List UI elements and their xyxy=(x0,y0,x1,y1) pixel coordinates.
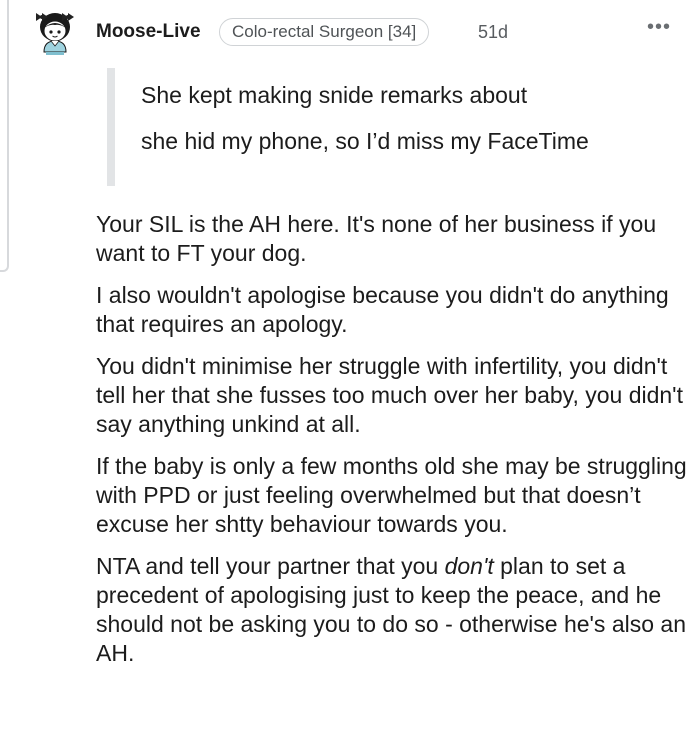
user-flair: Colo-rectal Surgeon [34] xyxy=(219,18,430,46)
username[interactable]: Moose-Live xyxy=(96,21,201,43)
thread-line[interactable] xyxy=(0,0,9,272)
quote-line: she hid my phone, so I’d miss my FaceTim… xyxy=(141,128,589,154)
comment-paragraph: NTA and tell your partner that you don't… xyxy=(96,552,696,668)
comment-paragraph: You didn't minimise her struggle with in… xyxy=(96,353,683,437)
emphasis-text: don't xyxy=(444,553,494,579)
more-dots-icon[interactable]: ••• xyxy=(647,16,671,39)
paragraph-text: NTA and tell your partner that you xyxy=(96,553,445,579)
comment-age: 51d xyxy=(478,22,509,42)
quote-line: She kept making snide remarks about xyxy=(141,82,528,108)
comment-body: Your SIL is the AH here. It's none of he… xyxy=(96,210,696,681)
comment-header: Moose-Live Colo-rectal Surgeon [34] 51d … xyxy=(30,8,680,60)
snoo-avatar-icon[interactable] xyxy=(30,8,80,58)
comment-paragraph: If the baby is only a few months old she… xyxy=(96,453,687,537)
comment-paragraph: I also wouldn't apologise because you di… xyxy=(96,282,669,337)
comment-paragraph: Your SIL is the AH here. It's none of he… xyxy=(96,211,657,266)
blockquote: She kept making snide remarks about she … xyxy=(107,68,667,186)
